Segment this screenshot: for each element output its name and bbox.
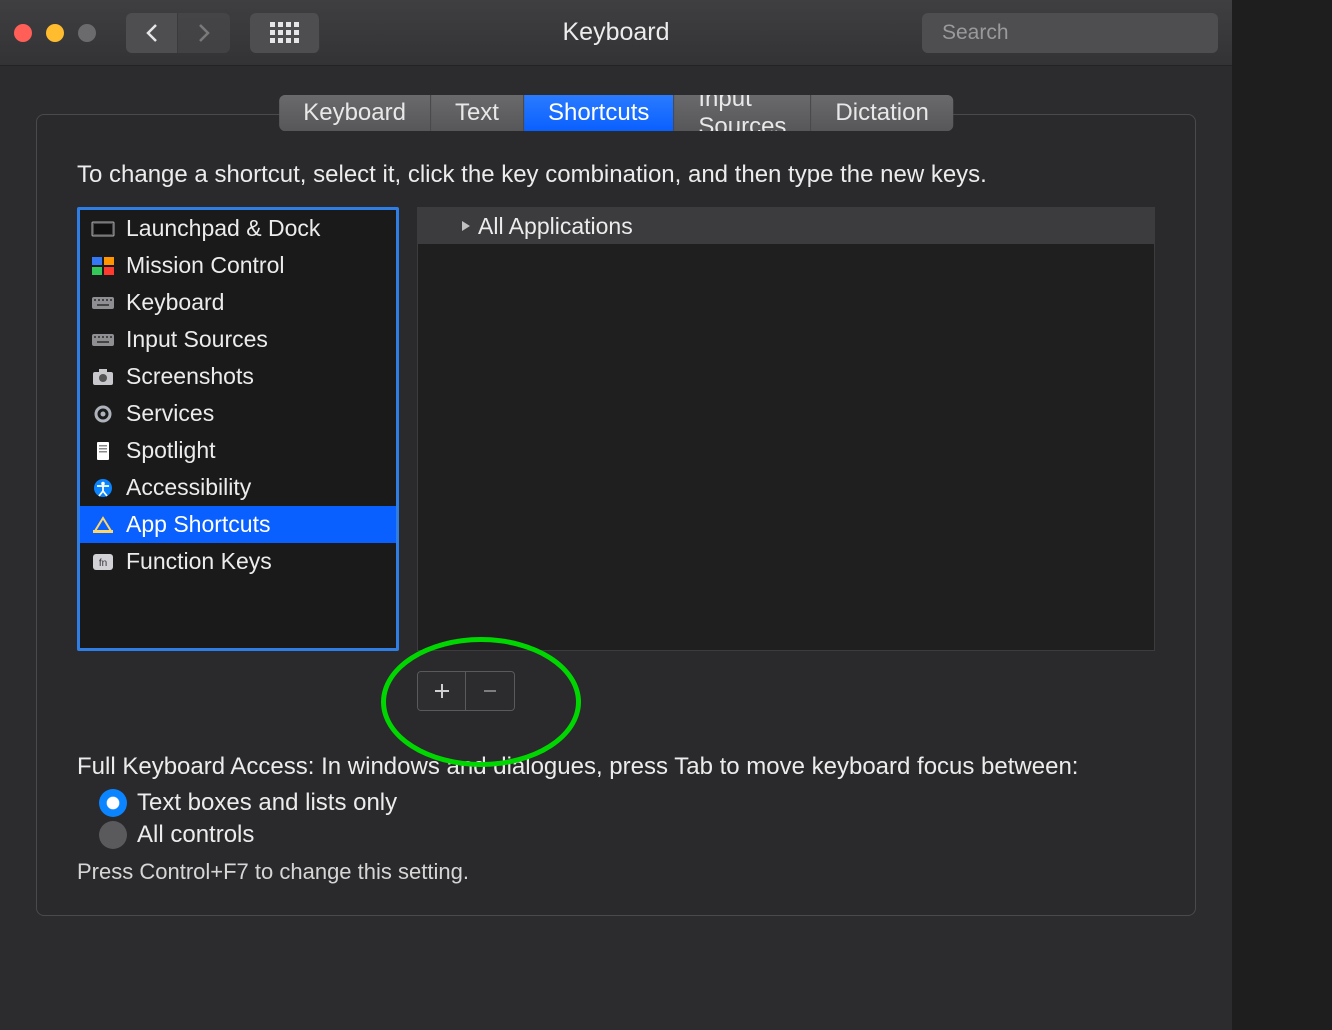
kb-access-heading: Full Keyboard Access: In windows and dia… — [77, 753, 1155, 781]
radio-all-controls[interactable]: All controls — [99, 821, 1155, 849]
detail-header-row[interactable]: All Applications — [418, 208, 1154, 244]
gear-icon — [90, 404, 116, 424]
kb-access-radio-group: Text boxes and lists only All controls — [99, 789, 1155, 849]
category-app-shortcuts[interactable]: App Shortcuts — [80, 506, 396, 543]
forward-button[interactable] — [178, 13, 230, 53]
keyboard-icon — [90, 330, 116, 350]
minimize-button[interactable] — [46, 24, 64, 42]
kb-access-hint: Press Control+F7 to change this setting. — [77, 859, 1155, 885]
app-store-icon — [90, 515, 116, 535]
instructions-text: To change a shortcut, select it, click t… — [77, 161, 1155, 189]
add-button[interactable] — [418, 672, 466, 710]
category-label: Input Sources — [126, 326, 268, 353]
plus-icon — [432, 681, 452, 701]
remove-button[interactable] — [466, 672, 514, 710]
show-all-button[interactable] — [250, 13, 320, 53]
category-label: App Shortcuts — [126, 511, 270, 538]
disclosure-triangle-icon[interactable] — [460, 220, 472, 232]
tab-strip: Keyboard Text Shortcuts Input Sources Di… — [279, 95, 953, 131]
keyboard-icon — [90, 293, 116, 313]
category-function-keys[interactable]: fn Function Keys — [80, 543, 396, 580]
chevron-right-icon — [197, 23, 211, 43]
nav-group — [126, 13, 230, 53]
radio-label: Text boxes and lists only — [137, 789, 397, 817]
minus-icon — [480, 681, 500, 701]
preferences-window: Keyboard Keyboard Text Shortcuts Input S… — [0, 0, 1232, 1030]
category-label: Launchpad & Dock — [126, 215, 320, 242]
category-label: Accessibility — [126, 474, 251, 501]
radio-button[interactable] — [99, 789, 127, 817]
close-button[interactable] — [14, 24, 32, 42]
category-label: Services — [126, 400, 214, 427]
svg-text:fn: fn — [99, 558, 107, 569]
shortcut-detail-pane[interactable]: All Applications — [417, 207, 1155, 651]
tab-input-sources[interactable]: Input Sources — [674, 95, 811, 131]
body: Keyboard Text Shortcuts Input Sources Di… — [0, 66, 1232, 1030]
tab-keyboard[interactable]: Keyboard — [279, 95, 431, 131]
add-remove-segmented — [417, 671, 515, 711]
mission-control-icon — [90, 256, 116, 276]
category-label: Spotlight — [126, 437, 216, 464]
grid-icon — [270, 22, 299, 43]
category-screenshots[interactable]: Screenshots — [80, 358, 396, 395]
accessibility-icon — [90, 478, 116, 498]
category-keyboard[interactable]: Keyboard — [80, 284, 396, 321]
radio-button[interactable] — [99, 821, 127, 849]
tab-dictation[interactable]: Dictation — [811, 95, 952, 131]
titlebar: Keyboard — [0, 0, 1232, 66]
fn-icon: fn — [90, 552, 116, 572]
category-list[interactable]: Launchpad & Dock Mission Control Keyboar… — [77, 207, 399, 651]
full-keyboard-access-section: Full Keyboard Access: In windows and dia… — [77, 753, 1155, 885]
chevron-left-icon — [145, 23, 159, 43]
radio-label: All controls — [137, 821, 254, 849]
category-services[interactable]: Services — [80, 395, 396, 432]
category-label: Keyboard — [126, 289, 224, 316]
add-remove-row — [77, 671, 1155, 731]
category-accessibility[interactable]: Accessibility — [80, 469, 396, 506]
camera-icon — [90, 367, 116, 387]
radio-text-boxes-lists[interactable]: Text boxes and lists only — [99, 789, 1155, 817]
search-field-container[interactable] — [922, 13, 1218, 53]
back-button[interactable] — [126, 13, 178, 53]
category-launchpad-dock[interactable]: Launchpad & Dock — [80, 210, 396, 247]
traffic-lights — [14, 24, 96, 42]
zoom-button[interactable] — [78, 24, 96, 42]
category-label: Screenshots — [126, 363, 254, 390]
launchpad-icon — [90, 219, 116, 239]
document-icon — [90, 441, 116, 461]
category-label: Mission Control — [126, 252, 285, 279]
columns: Launchpad & Dock Mission Control Keyboar… — [77, 207, 1155, 651]
category-mission-control[interactable]: Mission Control — [80, 247, 396, 284]
category-label: Function Keys — [126, 548, 272, 575]
tab-shortcuts[interactable]: Shortcuts — [524, 95, 674, 131]
search-input[interactable] — [940, 20, 1215, 46]
detail-header-label: All Applications — [478, 213, 633, 240]
tab-text[interactable]: Text — [431, 95, 524, 131]
category-spotlight[interactable]: Spotlight — [80, 432, 396, 469]
category-input-sources[interactable]: Input Sources — [80, 321, 396, 358]
settings-panel: Keyboard Text Shortcuts Input Sources Di… — [36, 114, 1196, 916]
